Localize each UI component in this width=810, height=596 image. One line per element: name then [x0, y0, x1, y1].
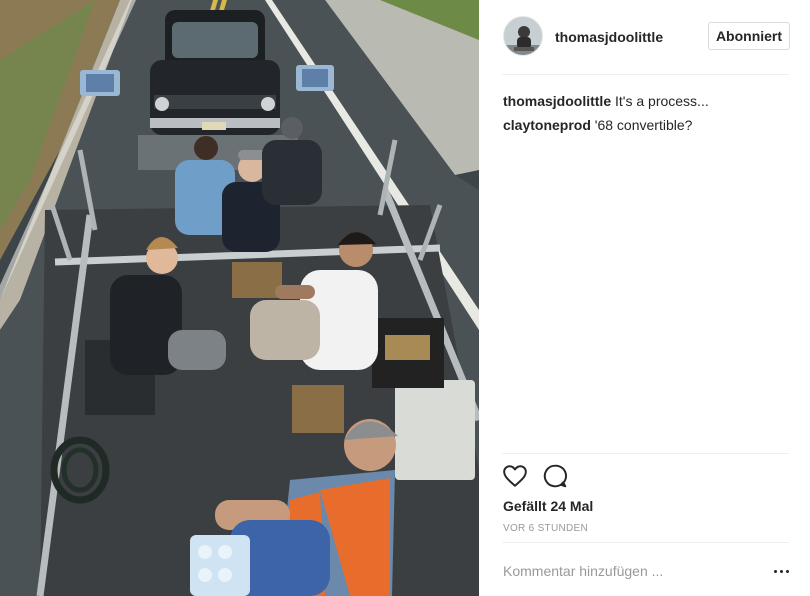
post-header: thomasjdoolittle Abonniert — [479, 0, 810, 75]
avatar[interactable] — [503, 16, 543, 56]
follow-button[interactable]: Abonniert — [708, 22, 790, 50]
comment-item: thomasjdoolittle It's a process... — [503, 89, 793, 113]
likes-count[interactable]: Gefällt 24 Mal — [503, 498, 593, 514]
heart-icon[interactable] — [502, 463, 528, 489]
post-actions — [502, 463, 582, 489]
comment-author[interactable]: claytoneprod — [503, 117, 591, 133]
comment-bubble-icon[interactable] — [542, 463, 568, 489]
post-username[interactable]: thomasjdoolittle — [555, 29, 663, 45]
add-comment-input[interactable]: Kommentar hinzufügen ... — [503, 560, 753, 582]
post-sidebar: thomasjdoolittle Abonniert thomasjdoolit… — [479, 0, 810, 596]
comment-author[interactable]: thomasjdoolittle — [503, 93, 611, 109]
comment-input-divider — [502, 542, 789, 543]
ellipsis-dot — [785, 569, 789, 573]
ellipsis-icon[interactable] — [771, 563, 791, 579]
header-divider — [502, 74, 789, 75]
comment-text: '68 convertible? — [594, 117, 693, 133]
actions-divider — [502, 453, 789, 454]
post-timestamp[interactable]: VOR 6 STUNDEN — [503, 523, 588, 534]
comment-item: claytoneprod '68 convertible? — [503, 113, 793, 137]
ellipsis-dot — [773, 569, 777, 573]
ellipsis-dot — [779, 569, 783, 573]
comment-text: It's a process... — [615, 93, 709, 109]
post-photo[interactable] — [0, 0, 479, 596]
comments-list: thomasjdoolittle It's a process... clayt… — [503, 89, 793, 137]
